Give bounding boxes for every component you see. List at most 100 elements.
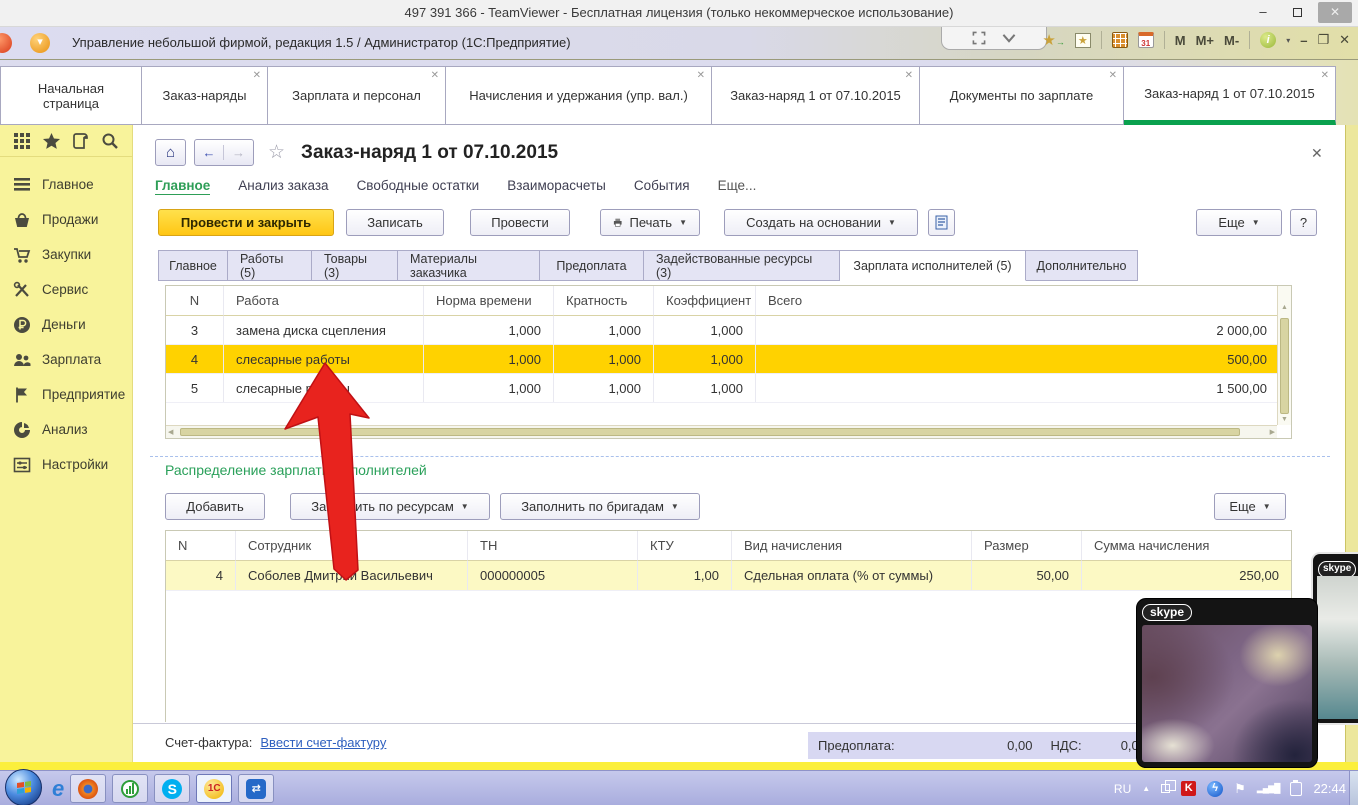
navlink-free-stock[interactable]: Свободные остатки: [357, 178, 480, 195]
navlink-main[interactable]: Главное: [155, 178, 210, 195]
info-icon[interactable]: i: [1260, 32, 1276, 48]
horizontal-scroll-thumb[interactable]: [180, 428, 1240, 436]
sidebar-item-main[interactable]: Главное: [0, 167, 132, 202]
navlink-settlements[interactable]: Взаиморасчеты: [507, 178, 606, 195]
post-and-close-button[interactable]: Провести и закрыть: [158, 209, 334, 236]
navlink-events[interactable]: События: [634, 178, 690, 195]
form-close-icon[interactable]: ✕: [1311, 145, 1323, 162]
memory-plus-button[interactable]: M+: [1196, 33, 1214, 48]
sidebar-item-analysis[interactable]: Анализ: [0, 412, 132, 447]
works-table-row[interactable]: 5 слесарные работы 1,000 1,000 1,000 1 5…: [166, 374, 1279, 403]
app-minimize-icon[interactable]: –: [1300, 33, 1307, 48]
skype-taskbar-icon[interactable]: S: [154, 774, 190, 803]
invoice-link[interactable]: Ввести счет-фактуру: [260, 735, 386, 750]
sidebar-item-enterprise[interactable]: Предприятие: [0, 377, 132, 412]
sidebar-item-purchases[interactable]: Закупки: [0, 237, 132, 272]
favorites-star-icon[interactable]: [42, 132, 61, 150]
1c-enterprise-icon[interactable]: 1С: [196, 774, 232, 803]
dropdown-caret-icon[interactable]: ▼: [1263, 502, 1271, 511]
dropdown-caret-icon[interactable]: ▼: [671, 502, 679, 511]
tab-close-icon[interactable]: ✕: [697, 71, 705, 81]
green-app-icon[interactable]: [112, 774, 148, 803]
maximize-button[interactable]: [1284, 3, 1310, 23]
subtab-performers-salary[interactable]: Зарплата исполнителей (5): [840, 250, 1026, 281]
salary-table-row-selected[interactable]: 4 Соболев Дмитрий Васильевич 000000005 1…: [166, 561, 1291, 591]
sidebar-item-service[interactable]: Сервис: [0, 272, 132, 307]
power-tray-icon[interactable]: ϟ: [1207, 781, 1223, 797]
chevron-down-icon[interactable]: [1001, 32, 1017, 44]
tab-accruals[interactable]: Начисления и удержания (упр. вал.)✕: [446, 66, 712, 125]
memory-minus-button[interactable]: M-: [1224, 33, 1239, 48]
subtab-works[interactable]: Работы (5): [228, 250, 312, 281]
start-button[interactable]: [5, 769, 42, 805]
tab-salary-personnel[interactable]: Зарплата и персонал✕: [268, 66, 446, 125]
tab-work-order-1-active[interactable]: Заказ-наряд 1 от 07.10.2015✕: [1124, 66, 1336, 125]
dropdown-caret-icon[interactable]: ▼: [1252, 218, 1260, 227]
internet-explorer-icon[interactable]: e: [52, 776, 64, 802]
clipboard-tray-icon[interactable]: [1290, 782, 1302, 796]
post-button[interactable]: Провести: [470, 209, 570, 236]
print-button[interactable]: Печать▼: [600, 209, 700, 236]
forward-button[interactable]: →: [224, 145, 253, 160]
favorites-icon[interactable]: ★: [1075, 33, 1091, 48]
tab-close-icon[interactable]: ✕: [1321, 71, 1329, 81]
expand-icon[interactable]: [971, 30, 987, 46]
subtab-resources[interactable]: Задействованные ресурсы (3): [644, 250, 840, 281]
help-button[interactable]: ?: [1290, 209, 1317, 236]
kaspersky-icon[interactable]: K: [1181, 781, 1196, 796]
sidebar-item-salary[interactable]: Зарплата: [0, 342, 132, 377]
favorite-star-icon[interactable]: ☆: [268, 141, 285, 164]
tab-close-icon[interactable]: ✕: [431, 71, 439, 81]
navlink-more[interactable]: Еще...: [718, 178, 757, 195]
clock[interactable]: 22:44: [1313, 781, 1346, 796]
subtab-main[interactable]: Главное: [158, 250, 228, 281]
add-button[interactable]: Добавить: [165, 493, 265, 520]
app-close-icon[interactable]: ✕: [1339, 32, 1350, 48]
teamviewer-taskbar-icon[interactable]: ⇄: [238, 774, 274, 803]
vertical-scrollbar[interactable]: ▲ ▼: [1277, 286, 1291, 425]
session-icon[interactable]: [0, 33, 12, 53]
tab-salary-documents[interactable]: Документы по зарплате✕: [920, 66, 1124, 125]
calculator-icon[interactable]: [1112, 32, 1128, 48]
scroll-up-icon[interactable]: ▲: [1281, 304, 1288, 311]
teamviewer-panel-tab[interactable]: [941, 27, 1047, 50]
scroll-right-icon[interactable]: ▶: [1270, 428, 1275, 436]
skype-video-window-small[interactable]: skype: [1311, 552, 1358, 725]
navlink-order-analysis[interactable]: Анализ заказа: [238, 178, 328, 195]
tab-close-icon[interactable]: ✕: [1109, 71, 1117, 81]
home-button[interactable]: ⌂: [155, 139, 186, 166]
save-button[interactable]: Записать: [346, 209, 444, 236]
tab-close-icon[interactable]: ✕: [905, 71, 913, 81]
memory-button[interactable]: M: [1175, 33, 1186, 48]
fill-by-brigades-button[interactable]: Заполнить по бригадам▼: [500, 493, 700, 520]
firefox-icon[interactable]: [70, 774, 106, 803]
scroll-down-icon[interactable]: ▼: [1281, 416, 1288, 423]
search-icon[interactable]: [101, 132, 119, 150]
tab-home[interactable]: Начальная страница: [0, 66, 142, 125]
network-signal-icon[interactable]: ▂▄▆█: [1257, 783, 1280, 794]
subtab-additional[interactable]: Дополнительно: [1026, 250, 1138, 281]
minimize-button[interactable]: –: [1250, 3, 1276, 23]
menu-circle-icon[interactable]: ▾: [30, 33, 50, 53]
dropdown-caret-icon[interactable]: ▼: [888, 218, 896, 227]
vertical-scroll-thumb[interactable]: [1280, 318, 1289, 414]
apps-grid-icon[interactable]: [13, 132, 31, 150]
document-journal-button[interactable]: [928, 209, 955, 236]
add-favorite-icon[interactable]: ★→: [1042, 31, 1064, 49]
subtab-prepayment[interactable]: Предоплата: [540, 250, 644, 281]
close-button[interactable]: ✕: [1318, 2, 1352, 23]
calendar-icon[interactable]: 31: [1138, 32, 1154, 48]
skype-video-window[interactable]: skype: [1136, 598, 1318, 768]
language-indicator[interactable]: RU: [1114, 782, 1131, 796]
salary-more-button[interactable]: Еще▼: [1214, 493, 1286, 520]
more-button[interactable]: Еще▼: [1196, 209, 1282, 236]
subtab-customer-materials[interactable]: Материалы заказчика: [398, 250, 540, 281]
fill-by-resources-button[interactable]: Заполнить по ресурсам▼: [290, 493, 490, 520]
show-desktop-button[interactable]: [1349, 771, 1358, 805]
sidebar-item-money[interactable]: Деньги: [0, 307, 132, 342]
tab-work-orders[interactable]: Заказ-наряды✕: [142, 66, 268, 125]
horizontal-scrollbar[interactable]: ◀ ▶: [166, 425, 1277, 438]
back-button[interactable]: ←: [195, 145, 224, 160]
history-icon[interactable]: [72, 132, 90, 150]
works-table-row-selected[interactable]: 4 слесарные работы 1,000 1,000 1,000 500…: [166, 345, 1279, 374]
